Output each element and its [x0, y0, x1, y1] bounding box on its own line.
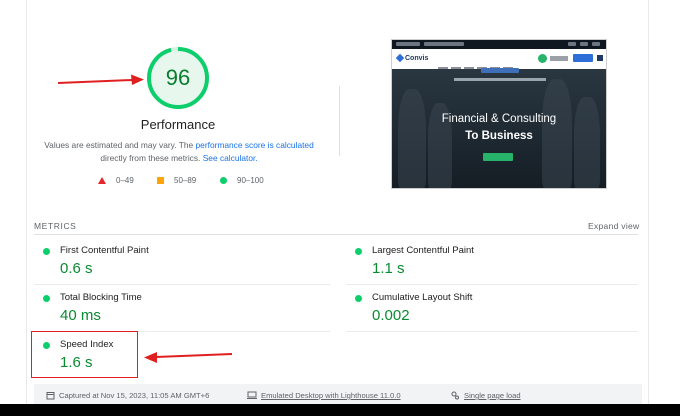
emulated-link[interactable]: Emulated Desktop with Lighthouse 11.0.0 — [261, 391, 401, 400]
captured-text: Captured at Nov 15, 2023, 11:05 AM GMT+6 — [59, 391, 210, 400]
metrics-label: METRICS — [34, 221, 77, 231]
metrics-divider — [34, 234, 638, 235]
circle-icon — [220, 177, 227, 184]
pass-circle-icon — [355, 295, 362, 302]
metric-row-divider — [346, 284, 638, 285]
final-screenshot-thumbnail[interactable]: Convis Financial & Consulting To Busines… — [391, 39, 607, 189]
performance-score: 96 — [165, 65, 191, 90]
legend-fail-label: 0–49 — [116, 176, 134, 185]
phone-icon — [538, 54, 547, 63]
arrow-to-score — [57, 74, 144, 85]
performance-gauge: 96 — [145, 45, 211, 111]
triangle-icon — [98, 177, 106, 184]
legend-average-label: 50–89 — [174, 176, 197, 185]
metric-value: 40 ms — [60, 307, 101, 324]
metric-name: Largest Contentful Paint — [372, 245, 474, 256]
see-calculator-link[interactable]: See calculator. — [203, 153, 258, 163]
metric-name: Cumulative Layout Shift — [372, 292, 473, 303]
pass-circle-icon — [355, 248, 362, 255]
footer-emulated: Emulated Desktop with Lighthouse 11.0.0 — [247, 391, 401, 400]
metric-value: 0.002 — [372, 307, 410, 324]
pass-circle-icon — [43, 295, 50, 302]
desktop-icon — [247, 391, 257, 399]
thumb-badge — [481, 68, 519, 73]
performance-score-link[interactable]: performance score is calculated — [196, 140, 314, 150]
thumb-hero-button — [483, 153, 513, 161]
speed-index-highlight-box — [31, 331, 138, 378]
footer-captured: Captured at Nov 15, 2023, 11:05 AM GMT+6 — [46, 391, 209, 400]
expand-view-toggle[interactable]: Expand view — [588, 221, 640, 231]
desc-text-1: Values are estimated and may vary. The — [44, 140, 196, 150]
thumb-logo-text: Convis — [405, 55, 429, 62]
thumb-logo: Convis — [395, 53, 429, 63]
square-icon — [157, 177, 164, 184]
thumb-navbar: Convis — [392, 49, 606, 70]
panel-border-left — [26, 0, 27, 404]
panel-border-right — [648, 0, 649, 404]
thumb-subtext — [454, 78, 546, 81]
legend-average: 50–89 — [157, 176, 196, 185]
menu-icon — [597, 55, 603, 61]
metric-value: 0.6 s — [60, 260, 93, 277]
legend-pass-label: 90–100 — [237, 176, 264, 185]
metric-name: Total Blocking Time — [60, 292, 142, 303]
performance-description: Values are estimated and may vary. The p… — [44, 139, 314, 165]
thumb-topbar — [392, 40, 606, 49]
metric-row-divider — [34, 284, 330, 285]
section-divider — [339, 86, 340, 156]
single-page-load-icon — [451, 391, 459, 400]
footer-single-page: Single page load — [451, 391, 521, 400]
legend-pass: 90–100 — [220, 176, 264, 185]
arrow-to-speed-index — [144, 352, 233, 363]
thumb-headline-2: To Business — [465, 130, 533, 142]
calendar-icon — [46, 392, 55, 400]
metric-value: 1.1 s — [372, 260, 405, 277]
metric-row-divider — [346, 331, 638, 332]
bottom-black-bar — [0, 404, 680, 416]
performance-title: Performance — [140, 117, 216, 132]
pass-circle-icon — [43, 248, 50, 255]
metric-name: First Contentful Paint — [60, 245, 149, 256]
desc-text-2: directly from these metrics. — [100, 153, 203, 163]
legend-fail: 0–49 — [98, 176, 134, 185]
thumb-phone-text — [550, 56, 568, 61]
thumb-headline-1: Financial & Consulting — [441, 113, 557, 125]
single-page-link[interactable]: Single page load — [464, 391, 521, 400]
thumb-cta-button — [573, 54, 593, 62]
